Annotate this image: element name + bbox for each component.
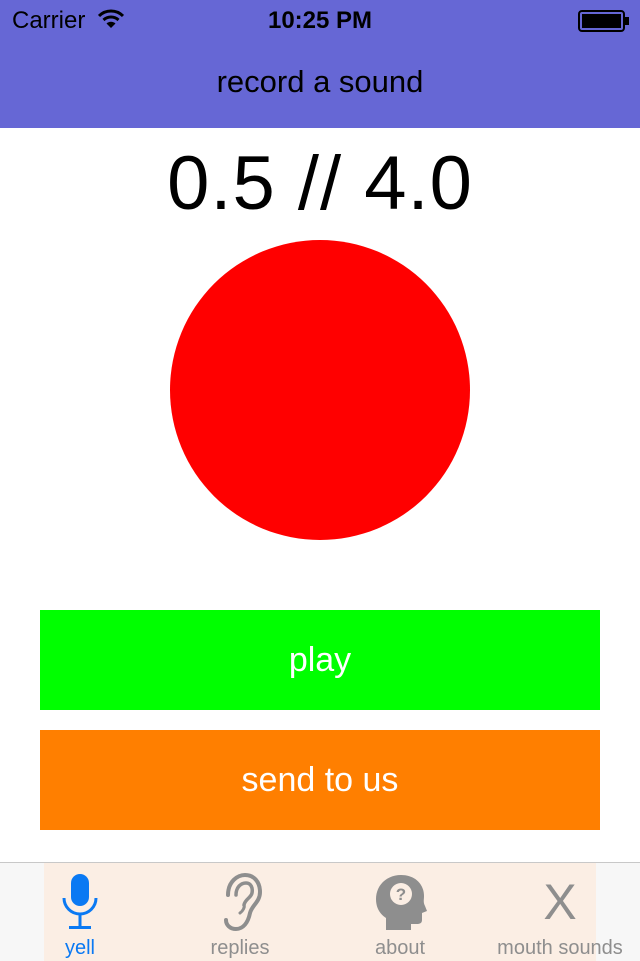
head-question-icon: ?: [376, 875, 427, 930]
send-to-us-button[interactable]: send to us: [40, 730, 600, 830]
recording-timer: 0.5 // 4.0: [167, 141, 473, 226]
play-button-label: play: [288, 640, 352, 679]
play-button[interactable]: play: [40, 610, 600, 710]
tab-about[interactable]: ? about: [320, 863, 480, 961]
page-title: record a sound: [216, 64, 424, 99]
navigation-header: Carrier 10:25 PM record a sound: [0, 0, 640, 128]
battery-icon: [578, 10, 629, 32]
tab-label: yell: [64, 937, 95, 959]
x-icon: X: [543, 874, 577, 930]
tab-label: about: [374, 937, 426, 959]
tab-label: mouth sounds: [497, 937, 623, 959]
tab-bar: yell replies ? about X mouth sounds: [0, 862, 640, 961]
tab-label: replies: [210, 937, 270, 959]
ear-icon: [224, 872, 262, 932]
record-button[interactable]: [170, 240, 470, 540]
status-bar: Carrier 10:25 PM: [0, 0, 640, 40]
microphone-icon: [62, 874, 98, 929]
tab-replies[interactable]: replies: [160, 863, 320, 961]
send-button-label: send to us: [241, 760, 399, 799]
status-time: 10:25 PM: [267, 7, 373, 34]
tab-mouth-sounds[interactable]: X mouth sounds: [480, 863, 640, 961]
svg-text:?: ?: [396, 885, 406, 904]
tab-yell[interactable]: yell: [0, 863, 160, 961]
